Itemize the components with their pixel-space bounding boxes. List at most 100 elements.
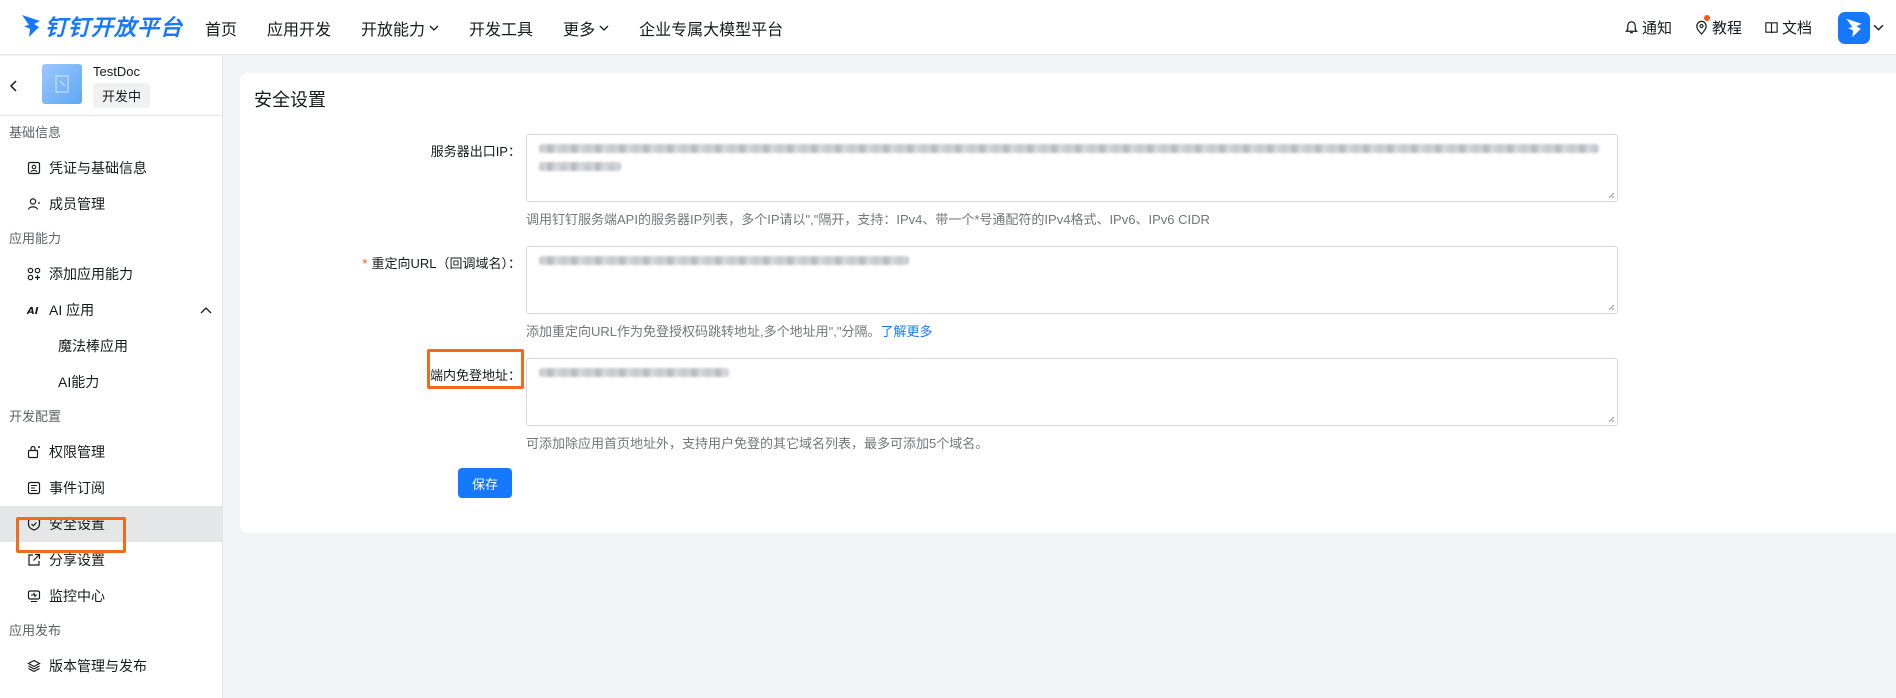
notify-link[interactable]: 通知 — [1624, 17, 1672, 38]
tutorial-link[interactable]: 教程 — [1694, 15, 1742, 38]
learn-more-link[interactable]: 了解更多 — [880, 324, 932, 339]
nav-home[interactable]: 首页 — [205, 16, 237, 40]
sidebar-item-versions[interactable]: 版本管理与发布 — [0, 648, 222, 684]
app-placeholder-icon — [55, 75, 69, 93]
section-publish: 应用发布 — [9, 623, 62, 638]
nav-more-label: 更多 — [563, 21, 596, 39]
sidebar-item-ai-app[interactable]: AI AI 应用 — [0, 292, 222, 328]
grid-icon — [27, 267, 41, 281]
share-icon — [28, 553, 41, 566]
sidebar-item-ai-ability[interactable]: AI能力 — [0, 364, 222, 400]
sidebar-item-label: 事件订阅 — [49, 480, 105, 496]
blurred-ip-text — [539, 144, 1599, 153]
sidebar-item-label: 魔法棒应用 — [58, 338, 128, 354]
bell-icon — [1625, 21, 1638, 34]
sidebar-item-label: AI 应用 — [49, 302, 95, 318]
sidebar-item-label: 成员管理 — [49, 196, 105, 212]
nav-home-label: 首页 — [205, 21, 238, 39]
resize-handle-icon[interactable] — [1607, 191, 1615, 199]
sidebar-item-label: 添加应用能力 — [49, 266, 133, 282]
sidebar-item-label: 权限管理 — [49, 444, 105, 460]
location-pin-icon — [1696, 20, 1707, 35]
sso-domain-label: 端内免登地址： — [429, 368, 521, 383]
back-arrow-icon[interactable] — [8, 80, 20, 92]
dingtalk-open-platform-logo[interactable]: 钉钉开放平台 — [20, 10, 183, 42]
lock-icon — [27, 445, 40, 459]
section-dev-config: 开发配置 — [9, 409, 62, 424]
server-ip-label-text: 服务器出口IP — [430, 144, 508, 159]
app-header: TestDoc 开发中 — [0, 56, 222, 116]
tutorial-new-dot — [1703, 15, 1710, 21]
resize-handle-icon[interactable] — [1607, 303, 1615, 311]
blurred-ip-text — [539, 162, 621, 171]
chevron-up-icon[interactable] — [200, 305, 212, 317]
sidebar-item-share[interactable]: 分享设置 — [0, 542, 222, 578]
sidebar-item-monitor[interactable]: 监控中心 — [0, 578, 222, 614]
sidebar-item-credentials[interactable]: 凭证与基础信息 — [0, 150, 222, 186]
sidebar-item-permissions[interactable]: 权限管理 — [0, 434, 222, 470]
section-app-ability: 应用能力 — [9, 231, 62, 246]
book-icon — [1765, 22, 1778, 34]
app-name: TestDoc — [93, 64, 140, 79]
nav-open-ability-label: 开放能力 — [361, 21, 426, 39]
subscription-icon — [27, 481, 41, 495]
chevron-down-icon — [599, 25, 609, 31]
server-ip-hint: 调用钉钉服务端API的服务器IP列表，多个IP请以","隔开，支持：IPv4、带… — [526, 212, 1210, 227]
nav-app-dev[interactable]: 应用开发 — [267, 16, 331, 40]
sidebar-item-label: 分享设置 — [49, 552, 105, 568]
security-settings-card: 安全设置 服务器出口IP： 调用钉钉服务端API的服务器IP列表，多个IP请以"… — [240, 73, 1896, 533]
notify-label: 通知 — [1641, 20, 1672, 37]
section-basic-info: 基础信息 — [9, 125, 62, 140]
required-mark: * — [362, 256, 368, 271]
user-icon — [27, 198, 40, 210]
docs-link[interactable]: 文档 — [1764, 17, 1812, 38]
sidebar-item-events[interactable]: 事件订阅 — [0, 470, 222, 506]
server-ip-label: 服务器出口IP： — [430, 144, 521, 159]
chevron-down-icon — [429, 25, 439, 31]
resize-handle-icon[interactable] — [1607, 415, 1615, 423]
redirect-url-hint: 添加重定向URL作为免登授权码跳转地址,多个地址用","分隔。了解更多 — [526, 321, 932, 340]
layers-icon — [27, 659, 41, 673]
nav-enterprise-llm[interactable]: 企业专属大模型平台 — [639, 16, 783, 40]
redirect-url-textarea[interactable] — [526, 246, 1618, 314]
tutorial-label: 教程 — [1711, 20, 1742, 37]
sidebar: TestDoc 开发中 基础信息 凭证与基础信息 成员管理 应用能力 添加应用能… — [0, 56, 223, 698]
main-nav: 首页 应用开发 开放能力 开发工具 更多 企业专属大模型平台 — [190, 0, 798, 55]
nav-app-dev-label: 应用开发 — [267, 21, 332, 39]
ai-icon: AI — [27, 306, 39, 317]
nav-more[interactable]: 更多 — [563, 16, 609, 40]
sidebar-item-label: 版本管理与发布 — [49, 658, 147, 674]
dingtalk-avatar-icon — [1846, 18, 1862, 37]
sidebar-item-add-ability[interactable]: 添加应用能力 — [0, 256, 222, 292]
logo-text: 钉钉开放平台 — [45, 16, 184, 41]
blurred-domain-text — [539, 368, 729, 377]
sso-domain-textarea[interactable] — [526, 358, 1618, 426]
nav-open-ability[interactable]: 开放能力 — [361, 16, 439, 40]
nav-dev-tools[interactable]: 开发工具 — [469, 16, 533, 40]
blurred-url-text — [539, 256, 909, 265]
top-right-nav: 通知 教程 文档 — [1602, 0, 1896, 55]
sidebar-item-label: 安全设置 — [49, 516, 105, 532]
nav-enterprise-llm-label: 企业专属大模型平台 — [639, 21, 784, 39]
chevron-down-icon — [1873, 24, 1884, 31]
shield-icon — [27, 517, 41, 531]
redirect-url-hint-text: 添加重定向URL作为免登授权码跳转地址,多个地址用","分隔。 — [526, 324, 881, 339]
monitor-icon — [27, 590, 41, 603]
server-ip-textarea[interactable] — [526, 134, 1618, 202]
page-title: 安全设置 — [254, 90, 326, 110]
sidebar-item-magic-wand[interactable]: 魔法棒应用 — [0, 328, 222, 364]
sidebar-item-label: AI能力 — [58, 374, 100, 390]
app-avatar — [42, 64, 82, 104]
sso-domain-label-text: 端内免登地址 — [429, 368, 508, 383]
sidebar-item-members[interactable]: 成员管理 — [0, 186, 222, 222]
svg-text:AI: AI — [27, 306, 39, 317]
dingtalk-logo-icon — [22, 15, 40, 37]
top-navbar: 钉钉开放平台 首页 应用开发 开放能力 开发工具 更多 企业专属大模型平台 通知… — [0, 0, 1896, 55]
save-button[interactable]: 保存 — [458, 468, 512, 498]
sidebar-item-security[interactable]: 安全设置 — [0, 506, 222, 542]
credential-icon — [27, 161, 41, 175]
redirect-url-label-text: 重定向URL（回调域名） — [371, 256, 508, 271]
app-status-badge: 开发中 — [93, 83, 151, 108]
user-avatar-menu[interactable] — [1838, 11, 1884, 44]
redirect-url-label: * 重定向URL（回调域名）： — [362, 256, 521, 271]
